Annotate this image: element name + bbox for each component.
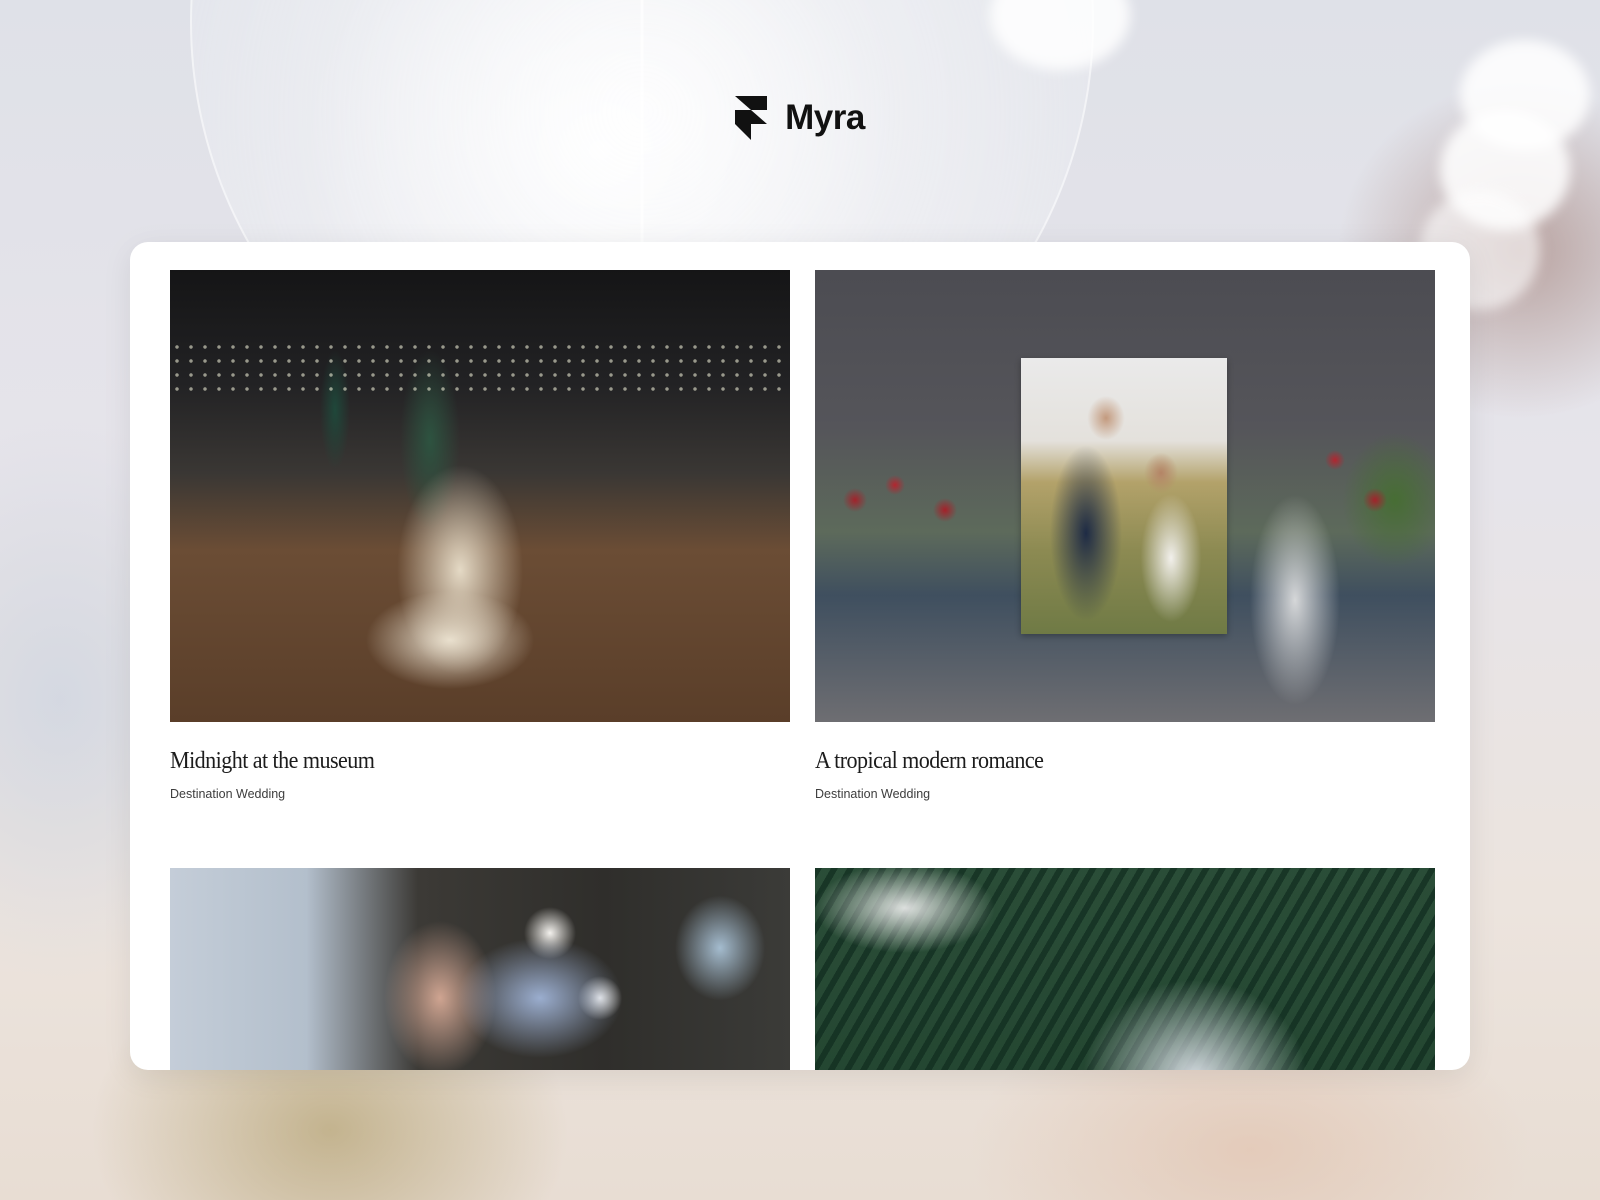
bride-groom-dance-photo[interactable]	[170, 270, 790, 722]
palm-leaves-photo[interactable]	[815, 868, 1435, 1070]
string-lights-decoration	[170, 340, 790, 400]
project-category: Destination Wedding	[815, 787, 931, 801]
poolside-wedding-photo[interactable]	[815, 270, 1435, 722]
projects-panel: Midnight at the museum Destination Weddi…	[130, 242, 1470, 1070]
project-title[interactable]: A tropical modern romance	[815, 748, 1385, 775]
project-card[interactable]	[815, 868, 1435, 1070]
project-card[interactable]	[170, 868, 790, 1070]
project-card[interactable]: Midnight at the museum Destination Weddi…	[170, 270, 790, 801]
project-title[interactable]: Midnight at the museum	[170, 748, 740, 775]
hands-bouquet-photo[interactable]	[170, 868, 790, 1070]
brand-name[interactable]: Myra	[785, 98, 865, 138]
site-header: Myra	[0, 96, 1600, 140]
couple-portrait-inset-photo	[1021, 358, 1227, 634]
project-category: Destination Wedding	[170, 787, 286, 801]
framer-logo-icon[interactable]	[735, 96, 768, 140]
project-card[interactable]: A tropical modern romance Destination We…	[815, 270, 1435, 801]
